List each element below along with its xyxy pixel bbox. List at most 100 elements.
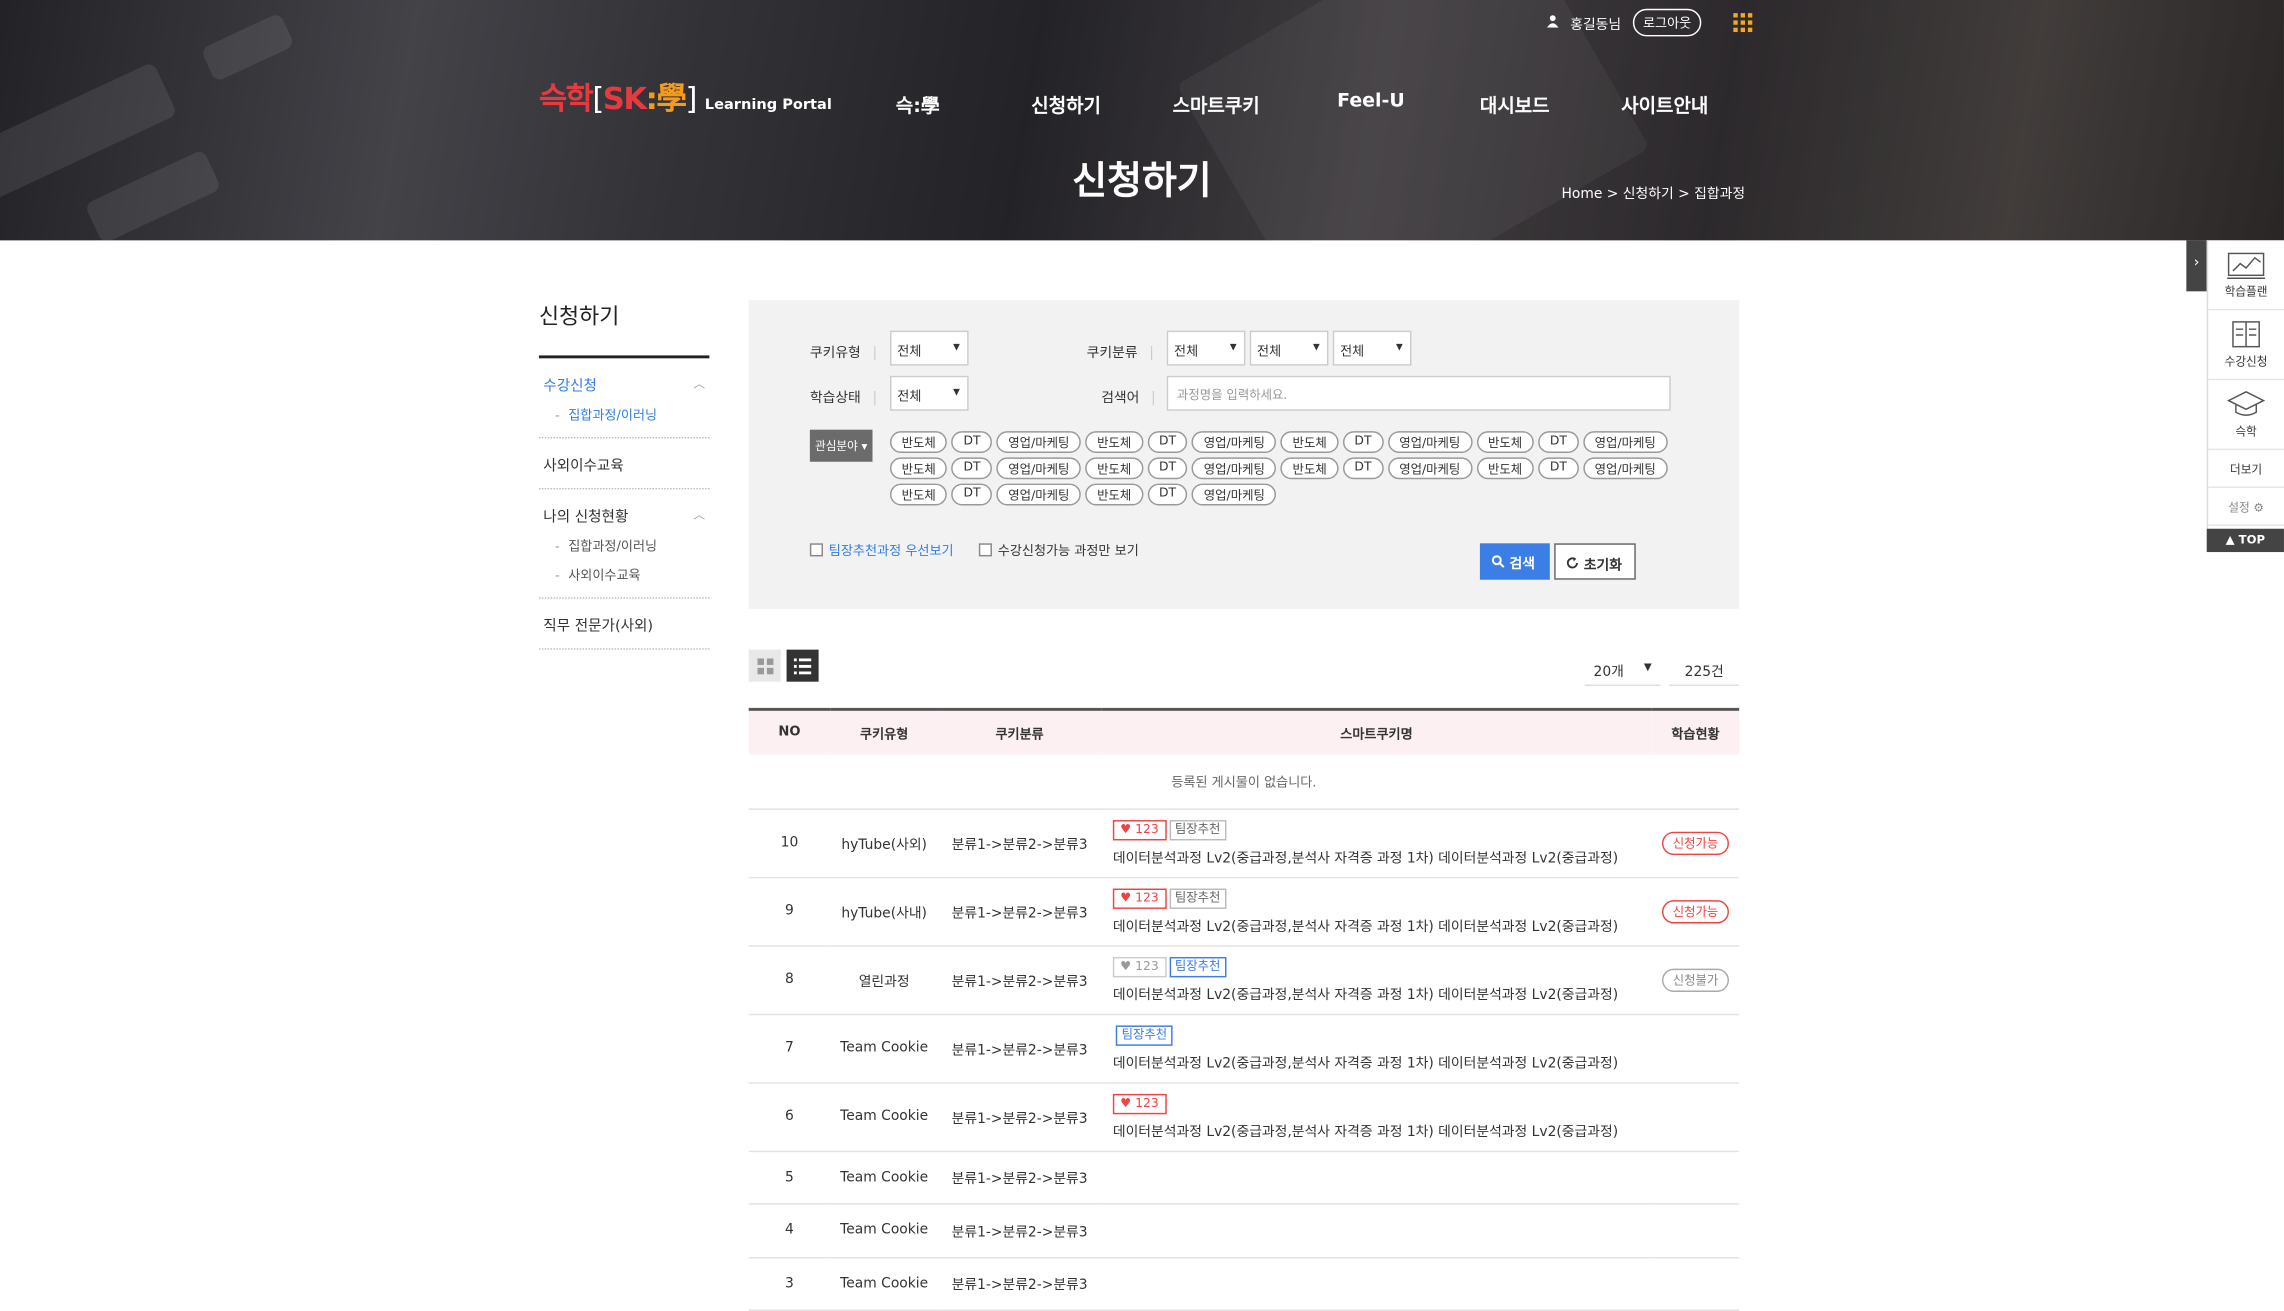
side-nav-item-job-expert[interactable]: 직무 전문가(사외) (543, 613, 705, 635)
course-title[interactable]: 데이터분석과정 Lv2(중급과정,분석사 자격증 과정 1차) 데이터분석과정 … (1113, 1051, 1652, 1071)
quick-more[interactable]: 더보기 (2208, 450, 2284, 488)
interest-tag[interactable]: DT (1147, 483, 1188, 506)
table-row[interactable]: 7 Team Cookie 분류1->분류2->분류3 팀장추천 데이터분석과정 Lv2… (748, 1013, 1740, 1083)
interest-tag[interactable]: 영업/마케팅 (996, 483, 1082, 506)
cell-smart-cookie-name: ♥ 123 데이터분석과정 Lv2(중급과정,분석사 자격증 과정 1차) 데이터… (1101, 1082, 1652, 1152)
interest-tag[interactable]: 영업/마케팅 (1583, 431, 1668, 454)
interest-tag[interactable]: 영업/마케팅 (996, 431, 1082, 454)
table-row[interactable]: 5 Team Cookie 분류1->분류2->분류3 (748, 1150, 1740, 1205)
interest-tag[interactable]: DT (1342, 457, 1384, 480)
side-nav-item-my-status[interactable]: 나의 신청현황 ︿ (543, 504, 705, 525)
grid-view-button[interactable] (748, 649, 781, 682)
course-title[interactable]: 데이터분석과정 Lv2(중급과정,분석사 자격증 과정 1차) 데이터분석과정 … (1113, 1119, 1652, 1140)
interest-tag[interactable]: 반도체 (1280, 431, 1339, 454)
study-status-select[interactable]: 전체 (889, 375, 969, 411)
status-badge[interactable]: 신청가능 (1662, 830, 1729, 855)
breadcrumb-level1[interactable]: 신청하기 (1623, 186, 1674, 202)
search-button[interactable]: 검색 (1479, 543, 1550, 580)
nav-item-smart-cookie[interactable]: 스마트쿠키 (1173, 90, 1260, 118)
quick-course-apply[interactable]: 수강신청 (2208, 310, 2284, 381)
site-logo[interactable]: 슥학[SK:學] Learning Portal (539, 76, 832, 120)
team-recommend-checkbox[interactable]: 팀장추천과정 우선보기 (809, 540, 954, 559)
interest-tag[interactable]: DT (1538, 457, 1579, 480)
interest-tag[interactable]: 반도체 (889, 457, 948, 480)
checkbox-icon[interactable] (978, 543, 992, 557)
interest-tag[interactable]: 영업/마케팅 (1583, 457, 1668, 480)
quick-suhak[interactable]: 슥학 (2208, 380, 2284, 451)
cell-no: 6 (748, 1082, 831, 1152)
side-nav-item-external-edu[interactable]: 사외이수교육 (543, 453, 705, 475)
interest-tag[interactable]: DT (1538, 431, 1579, 454)
like-badge[interactable]: ♥ 123 (1112, 887, 1167, 909)
interest-tag[interactable]: DT (951, 457, 993, 480)
interest-tag[interactable]: 반도체 (1085, 431, 1143, 454)
quick-settings[interactable]: 설정 ⚙ (2208, 488, 2284, 526)
cell-study-status (1651, 1257, 1740, 1311)
interest-tag[interactable]: DT (1147, 457, 1188, 480)
interest-tag[interactable]: 영업/마케팅 (1192, 431, 1277, 454)
course-title[interactable]: 데이터분석과정 Lv2(중급과정,분석사 자격증 과정 1차) 데이터분석과정 … (1113, 982, 1652, 1003)
table-row[interactable]: 6 Team Cookie 분류1->분류2->분류3 ♥ 123 데이터분석과정 Lv… (748, 1082, 1740, 1152)
status-badge[interactable]: 신청가능 (1662, 899, 1729, 923)
cell-cookie-type: Team Cookie (830, 1082, 939, 1152)
keyword-input[interactable]: 과정명을 입력하세요. (1166, 375, 1671, 411)
nav-item-dashboard[interactable]: 대시보드 (1480, 90, 1550, 118)
like-badge[interactable]: ♥ 123 (1112, 819, 1167, 840)
interest-tag[interactable]: 영업/마케팅 (1387, 457, 1472, 480)
side-nav-item-course-apply[interactable]: 수강신청 ︿ (543, 373, 705, 394)
nav-item-site-guide[interactable]: 사이트안내 (1621, 90, 1708, 118)
interest-tag[interactable]: 반도체 (1085, 483, 1143, 506)
side-nav-group: 직무 전문가(사외) (538, 599, 710, 650)
table-row[interactable]: 3 Team Cookie 분류1->분류2->분류3 (748, 1257, 1740, 1311)
chevron-up-icon: ︿ (693, 508, 705, 522)
app-menu-icon[interactable] (1733, 13, 1753, 33)
course-title[interactable]: 데이터분석과정 Lv2(중급과정,분석사 자격증 과정 1차) 데이터분석과정 … (1113, 846, 1652, 866)
interest-tag[interactable]: 반도체 (1476, 457, 1534, 480)
nav-item-suhak[interactable]: 슥:學 (896, 90, 940, 118)
interest-tag[interactable]: 반도체 (889, 431, 948, 454)
scroll-top-button[interactable]: ▲ TOP (2206, 528, 2284, 553)
interest-tag[interactable]: 영업/마케팅 (1192, 483, 1277, 506)
column-no: NO (748, 707, 831, 755)
interest-tag[interactable]: DT (1342, 431, 1384, 454)
breadcrumb-home[interactable]: Home (1561, 186, 1602, 202)
side-nav-sub-external-edu[interactable]: 사외이수교육 (555, 565, 705, 585)
interest-tag[interactable]: 영업/마케팅 (1192, 457, 1277, 480)
like-badge[interactable]: ♥ 123 (1112, 956, 1167, 977)
side-nav-sub-group-elearning[interactable]: 집합과정/이러닝 (555, 536, 705, 555)
page-size-select[interactable]: 20개 ▼ (1584, 654, 1661, 687)
interest-tag[interactable]: 반도체 (1280, 457, 1339, 480)
available-only-checkbox[interactable]: 수강신청가능 과정만 보기 (978, 540, 1139, 559)
interest-tag[interactable]: 반도체 (1476, 431, 1534, 454)
table-row[interactable]: 4 Team Cookie 분류1->분류2->분류3 (748, 1203, 1740, 1258)
refresh-icon (1566, 557, 1578, 569)
interest-tag[interactable]: 반도체 (1085, 457, 1143, 480)
side-nav-sub-group-elearning[interactable]: 집합과정/이러닝 (555, 405, 705, 424)
list-view-button[interactable] (786, 649, 819, 682)
cookie-category-select-1[interactable]: 전체 (1166, 330, 1246, 366)
cookie-category-select-3[interactable]: 전체 (1332, 330, 1412, 366)
table-row[interactable]: 10 hyTube(사외) 분류1->분류2->분류3 ♥ 123 팀장추천 데이터분석과… (748, 808, 1740, 878)
checkbox-icon[interactable] (809, 543, 823, 557)
side-nav-title: 신청하기 (538, 300, 710, 359)
interest-tag[interactable]: DT (951, 483, 993, 506)
logout-button[interactable]: 로그아웃 (1632, 8, 1702, 37)
interest-area-button[interactable]: 관심분야 ▾ (809, 429, 873, 462)
grid-view-icon (756, 657, 773, 674)
course-title[interactable]: 데이터분석과정 Lv2(중급과정,분석사 자격증 과정 1차) 데이터분석과정 … (1113, 914, 1652, 934)
interest-tag[interactable]: DT (951, 431, 993, 454)
interest-tag[interactable]: 반도체 (889, 483, 948, 506)
table-row[interactable]: 9 hyTube(사내) 분류1->분류2->분류3 ♥ 123 팀장추천 데이터분석과정… (748, 876, 1740, 947)
table-row[interactable]: 8 열린과정 분류1->분류2->분류3 ♥ 123 팀장추천 데이터분석과정 Lv2(중… (748, 945, 1740, 1015)
like-badge[interactable]: ♥ 123 (1112, 1093, 1167, 1114)
reset-button[interactable]: 초기화 (1554, 543, 1636, 580)
interest-tag[interactable]: DT (1147, 431, 1188, 454)
nav-item-apply[interactable]: 신청하기 (1031, 90, 1101, 118)
cookie-category-select-2[interactable]: 전체 (1249, 330, 1329, 366)
interest-tag[interactable]: 영업/마케팅 (996, 457, 1082, 480)
quick-bar-toggle[interactable]: › (2186, 240, 2207, 292)
interest-tag[interactable]: 영업/마케팅 (1387, 431, 1472, 454)
nav-item-feel-u[interactable]: Feel-U (1337, 90, 1405, 112)
cookie-type-select[interactable]: 전체 (889, 330, 969, 366)
quick-learning-plan[interactable]: 학습플랜 (2208, 240, 2284, 311)
